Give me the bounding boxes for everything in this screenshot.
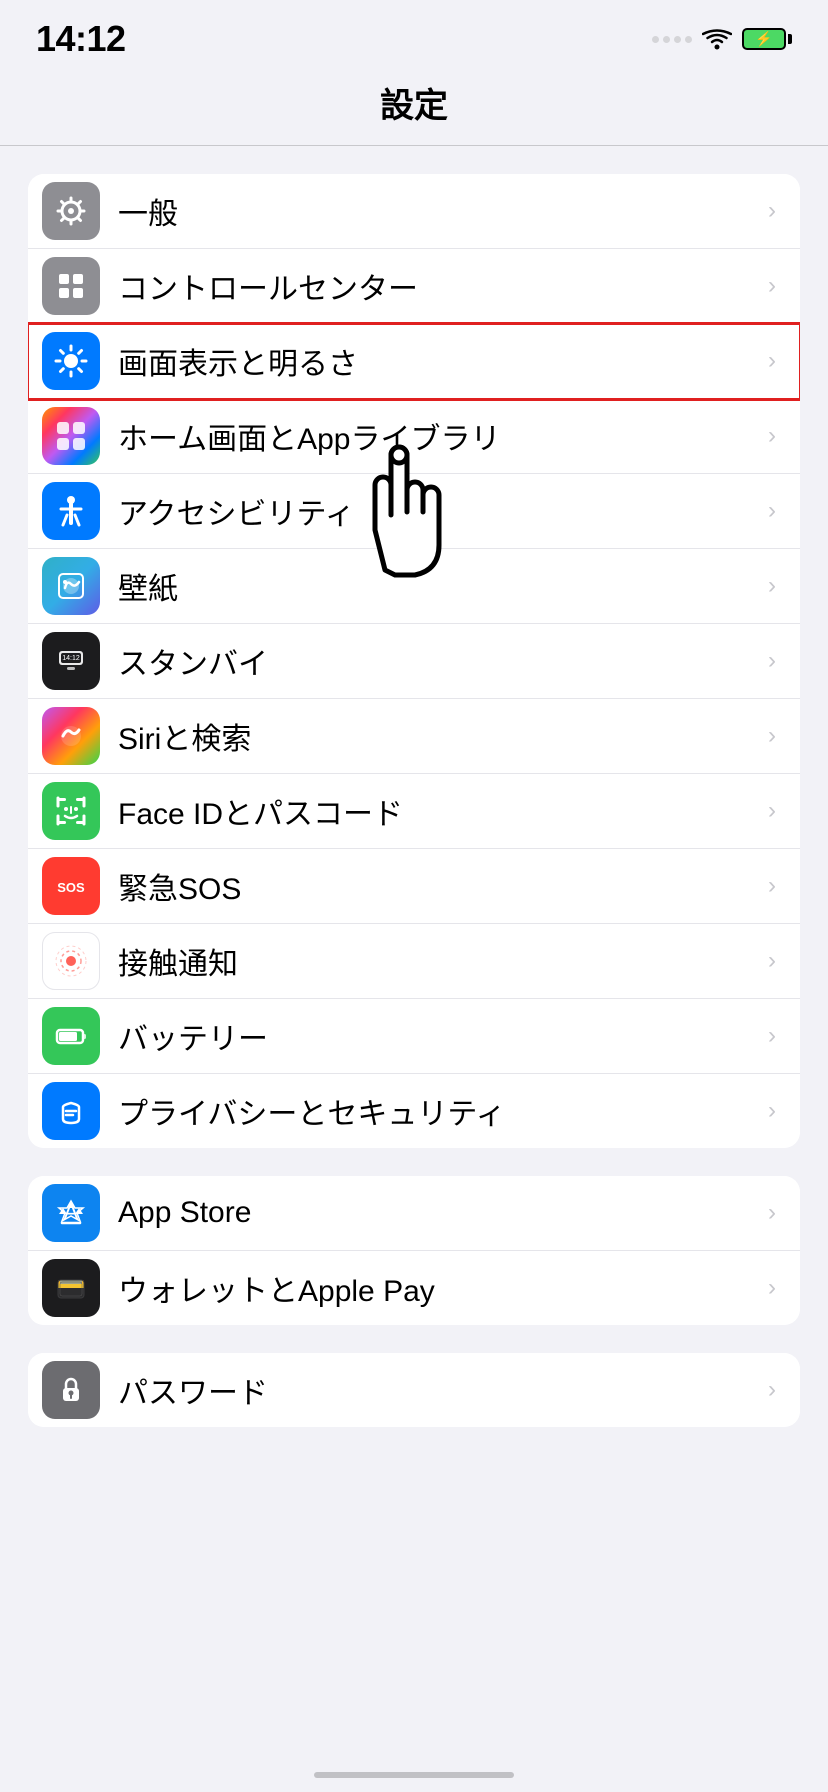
label-control-center: コントロールセンター [118, 264, 756, 308]
chevron-control-center: › [764, 272, 780, 300]
svg-text:SOS: SOS [57, 880, 85, 895]
label-wallet: ウォレットとApple Pay [118, 1266, 756, 1310]
status-bar: 14:12 ⚡ [0, 0, 828, 70]
icon-home-screen [42, 407, 100, 465]
chevron-appstore: › [764, 1199, 780, 1227]
icon-passwords [42, 1361, 100, 1419]
icon-wallpaper [42, 557, 100, 615]
chevron-passwords: › [764, 1376, 780, 1404]
icon-display [42, 332, 100, 390]
row-sos[interactable]: SOS 緊急SOS › [28, 849, 800, 924]
label-general: 一般 [118, 189, 756, 233]
icon-faceid [42, 782, 100, 840]
battery-bolt: ⚡ [755, 31, 772, 48]
chevron-faceid: › [764, 797, 780, 825]
label-standby: スタンバイ [118, 639, 756, 683]
row-standby[interactable]: 14:12 スタンバイ › [28, 624, 800, 699]
row-exposure[interactable]: 接触通知 › [28, 924, 800, 999]
row-display[interactable]: 画面表示と明るさ › [28, 324, 800, 399]
status-icons: ⚡ [652, 28, 792, 50]
icon-privacy [42, 1082, 100, 1140]
svg-text:14:12: 14:12 [62, 655, 80, 662]
row-faceid[interactable]: Face IDとパスコード › [28, 774, 800, 849]
row-passwords[interactable]: パスワード › [28, 1353, 800, 1427]
row-privacy[interactable]: プライバシーとセキュリティ › [28, 1074, 800, 1148]
icon-accessibility [42, 482, 100, 540]
chevron-siri: › [764, 722, 780, 750]
chevron-sos: › [764, 872, 780, 900]
chevron-privacy: › [764, 1097, 780, 1125]
row-wallpaper[interactable]: 壁紙 › [28, 549, 800, 624]
label-siri: Siriと検索 [118, 714, 756, 758]
label-battery: バッテリー [118, 1014, 756, 1058]
status-time: 14:12 [36, 18, 126, 60]
row-control-center[interactable]: コントロールセンター › [28, 249, 800, 324]
label-appstore: App Store [118, 1196, 756, 1230]
label-home-screen: ホーム画面とAppライブラリ [118, 414, 756, 458]
row-accessibility[interactable]: アクセシビリティ › [28, 474, 800, 549]
settings-group-1: 一般 › コントロールセンター › [28, 174, 800, 1148]
label-accessibility: アクセシビリティ [118, 489, 756, 533]
wifi-icon [702, 28, 732, 50]
label-sos: 緊急SOS [118, 864, 756, 908]
row-siri[interactable]: Siriと検索 › [28, 699, 800, 774]
chevron-general: › [764, 197, 780, 225]
icon-control-center [42, 257, 100, 315]
row-appstore[interactable]: A App Store › [28, 1176, 800, 1251]
icon-wallet [42, 1259, 100, 1317]
chevron-display: › [764, 347, 780, 375]
label-display: 画面表示と明るさ [118, 339, 756, 383]
row-home-screen[interactable]: ホーム画面とAppライブラリ › [28, 399, 800, 474]
chevron-battery: › [764, 1022, 780, 1050]
row-general[interactable]: 一般 › [28, 174, 800, 249]
label-exposure: 接触通知 [118, 939, 756, 983]
label-passwords: パスワード [118, 1368, 756, 1412]
icon-appstore: A [42, 1184, 100, 1242]
icon-exposure [42, 932, 100, 990]
row-wallet[interactable]: ウォレットとApple Pay › [28, 1251, 800, 1325]
label-privacy: プライバシーとセキュリティ [118, 1089, 756, 1133]
chevron-accessibility: › [764, 497, 780, 525]
icon-battery [42, 1007, 100, 1065]
chevron-exposure: › [764, 947, 780, 975]
icon-standby: 14:12 [42, 632, 100, 690]
icon-general [42, 182, 100, 240]
page-title: 設定 [0, 70, 828, 146]
chevron-wallet: › [764, 1274, 780, 1302]
icon-siri [42, 707, 100, 765]
settings-group-2: A App Store › ウォレットとApple [28, 1176, 800, 1325]
home-indicator [314, 1772, 514, 1778]
signal-icon [652, 36, 692, 43]
battery-icon: ⚡ [742, 28, 792, 50]
chevron-wallpaper: › [764, 572, 780, 600]
chevron-home-screen: › [764, 422, 780, 450]
chevron-standby: › [764, 647, 780, 675]
settings-group-3: パスワード › [28, 1353, 800, 1427]
icon-sos: SOS [42, 857, 100, 915]
label-faceid: Face IDとパスコード [118, 789, 756, 833]
row-battery[interactable]: バッテリー › [28, 999, 800, 1074]
label-wallpaper: 壁紙 [118, 564, 756, 608]
